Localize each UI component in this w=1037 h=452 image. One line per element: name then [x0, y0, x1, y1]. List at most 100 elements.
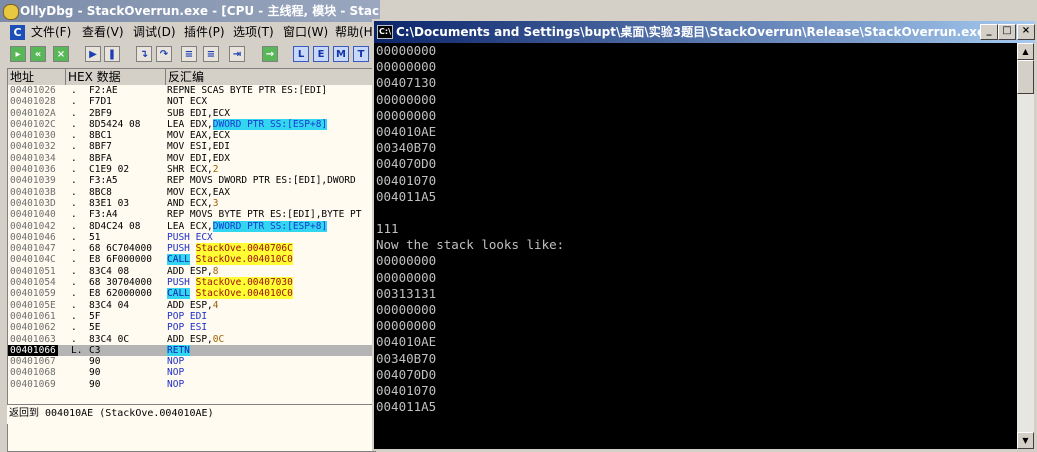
minimize-button[interactable]: _ [980, 24, 998, 40]
disassembly-row[interactable]: 0040102C. 8D5424 08 LEA EDX,DWORD PTR SS:[… [8, 118, 375, 130]
row-disassembly: MOV ECX,EAX [167, 187, 230, 198]
column-address[interactable]: 地址 [8, 69, 66, 85]
row-address: 0040104C [10, 254, 56, 266]
ollydbg-title: OllyDbg - StackOverrun.exe - [CPU - 主线程,… [20, 4, 380, 18]
disassembly-row[interactable]: 00401036. C1E9 02 SHR ECX,2 [8, 164, 375, 175]
disassembly-row[interactable]: 00401068 90 NOP [8, 367, 375, 378]
cpu-icon[interactable]: C [10, 25, 25, 40]
disassembly-row[interactable]: 0040102A. 2BF9 SUB EDI,ECX [8, 108, 375, 119]
row-hex: 8BFA [89, 152, 112, 164]
restart-icon[interactable]: « [30, 46, 46, 62]
disassembly-row[interactable]: 00401062. 5E POP ESI [8, 322, 375, 333]
disassembly-row[interactable]: 00401069 90 NOP [8, 379, 375, 390]
row-address: 00401069 [10, 378, 56, 390]
row-marker: L. [71, 344, 83, 356]
log-window-button[interactable]: L [293, 46, 309, 62]
disassembly-row[interactable]: 00401034. 8BFA MOV EDI,EDX [8, 153, 375, 164]
disassembly-row[interactable]: 00401028. F7D1 NOT ECX [8, 96, 375, 107]
disassembly-token: CALL [167, 288, 190, 300]
disassembly-row[interactable]: 00401051. 83C4 08 ADD ESP,8 [8, 266, 375, 277]
step-into-icon[interactable]: ↴ [136, 46, 152, 62]
scroll-down-icon[interactable]: ▼ [1017, 432, 1034, 449]
row-address: 0040103B [10, 186, 56, 198]
close-button[interactable]: × [1017, 24, 1035, 40]
ollydbg-titlebar[interactable]: OllyDbg - StackOverrun.exe - [CPU - 主线程,… [0, 0, 380, 22]
scroll-thumb[interactable] [1017, 60, 1034, 94]
disassembly-token: NOP [167, 378, 185, 390]
disassembly-row[interactable]: 0040103D. 83E1 03 AND ECX,3 [8, 198, 375, 209]
trace-into-icon[interactable]: ≡ [181, 46, 197, 62]
row-disassembly: NOP [167, 356, 184, 367]
disassembly-row[interactable]: 00401046. 51 PUSH ECX [8, 232, 375, 243]
memory-window-button[interactable]: M [333, 46, 349, 62]
console-window: C:\ C:\Documents and Settings\bupt\桌面\实验… [372, 19, 1037, 451]
dump-pane[interactable] [7, 424, 376, 452]
console-output[interactable]: 00000000 00000000 00407130 00000000 00000000… [374, 43, 1017, 449]
console-line: 00000000 [376, 318, 437, 334]
console-line: 00000000 [376, 302, 437, 317]
row-hex: 83C4 08 [89, 265, 130, 277]
column-hex[interactable]: HEX 数据 [66, 69, 166, 85]
row-hex: 51 [89, 231, 101, 243]
row-disassembly: POP EDI [167, 311, 207, 322]
disassembly-row[interactable]: 00401032. 8BF7 MOV ESI,EDI [8, 141, 375, 152]
disassembly-pane[interactable]: 地址 HEX 数据 反汇编 00401026. F2:AE REPNE SCAS B… [7, 68, 376, 425]
row-disassembly: RETN [167, 344, 190, 356]
disassembly-token: ADD ESP, [167, 265, 213, 277]
disassembly-row[interactable]: 00401039. F3:A5 REP MOVS DWORD PTR ES:[EDI… [8, 175, 375, 186]
step-over-icon[interactable]: ↷ [156, 46, 172, 62]
ollydbg-window: OllyDbg - StackOverrun.exe - [CPU - 主线程,… [0, 0, 380, 452]
disassembly-row[interactable]: 00401030. 8BC1 MOV EAX,ECX [8, 130, 375, 141]
disassembly-token: LEA ECX, [167, 220, 213, 232]
row-hex: F2:AE [89, 85, 118, 96]
modules-window-button[interactable]: E [313, 46, 329, 62]
disassembly-row[interactable]: 00401067 90 NOP [8, 356, 375, 367]
console-scrollbar[interactable]: ▲ ▼ [1017, 43, 1034, 449]
disassembly-row[interactable]: 0040104C. E8 6F000000 CALL StackOve.004010… [8, 254, 375, 266]
maximize-button[interactable]: □ [998, 24, 1016, 40]
row-hex: 90 [89, 356, 101, 368]
row-marker: . [71, 220, 77, 232]
row-marker: . [71, 288, 77, 300]
disassembly-row[interactable]: 0040103B. 8BC8 MOV ECX,EAX [8, 187, 375, 198]
row-address: 00401062 [10, 322, 56, 334]
row-disassembly: REPNE SCAS BYTE PTR ES:[EDI] [167, 85, 327, 96]
menu-debug[interactable]: 调试(D) [133, 22, 176, 43]
row-disassembly: LEA EDX,DWORD PTR SS:[ESP+8] [167, 118, 328, 130]
disassembly-row[interactable]: 00401059. E8 62000000 CALL StackOve.004010… [8, 288, 375, 300]
threads-window-button[interactable]: T [353, 46, 369, 62]
row-marker: . [71, 152, 77, 164]
scroll-up-icon[interactable]: ▲ [1017, 43, 1034, 60]
row-hex: 83C4 0C [89, 333, 130, 345]
row-address: 0040102C [10, 118, 56, 130]
menu-window[interactable]: 窗口(W) [283, 22, 328, 43]
row-address: 00401054 [10, 277, 56, 289]
disassembly-row[interactable]: 0040105E. 83C4 04 ADD ESP,4 [8, 300, 375, 311]
disassembly-row[interactable]: 00401040. F3:A4 REP MOVS BYTE PTR ES:[EDI]… [8, 209, 375, 220]
open-icon[interactable]: ▸ [10, 46, 26, 62]
pause-icon[interactable]: ❚ [104, 46, 120, 62]
execute-till-return-icon[interactable]: ⇥ [229, 46, 245, 62]
disassembly-row[interactable]: 00401026. F2:AE REPNE SCAS BYTE PTR ES:[ED… [8, 85, 375, 96]
goto-icon[interactable]: → [262, 46, 278, 62]
disassembly-row[interactable]: 00401063. 83C4 0C ADD ESP,0C [8, 334, 375, 345]
menu-file[interactable]: 文件(F) [31, 22, 71, 43]
row-disassembly: NOT ECX [167, 96, 207, 107]
menu-view[interactable]: 查看(V) [82, 22, 124, 43]
console-titlebar[interactable]: C:\ C:\Documents and Settings\bupt\桌面\实验… [374, 21, 1035, 43]
row-disassembly: MOV EAX,ECX [167, 130, 230, 141]
menu-plugins[interactable]: 插件(P) [184, 22, 225, 43]
disassembly-row[interactable]: 00401061. 5F POP EDI [8, 311, 375, 322]
disassembly-row-current[interactable]: 00401066 L. C3 RETN [8, 344, 375, 357]
run-icon[interactable]: ▶ [85, 46, 101, 62]
disassembly-row[interactable]: 00401054. 68 30704000 PUSH StackOve.004070… [8, 277, 375, 289]
disassembly-row[interactable]: 00401047. 68 6C704000 PUSH StackOve.004070… [8, 243, 375, 255]
row-address: 00401032 [10, 141, 56, 153]
disassembly-token: 3 [212, 197, 219, 209]
column-disassembly[interactable]: 反汇编 [166, 69, 375, 85]
close-icon[interactable]: × [53, 46, 69, 62]
row-disassembly: NOP [167, 367, 184, 378]
trace-over-icon[interactable]: ≡ [203, 46, 219, 62]
disassembly-row[interactable]: 00401042. 8D4C24 08 LEA ECX,DWORD PTR SS:[… [8, 220, 375, 232]
menu-options[interactable]: 选项(T) [233, 22, 274, 43]
